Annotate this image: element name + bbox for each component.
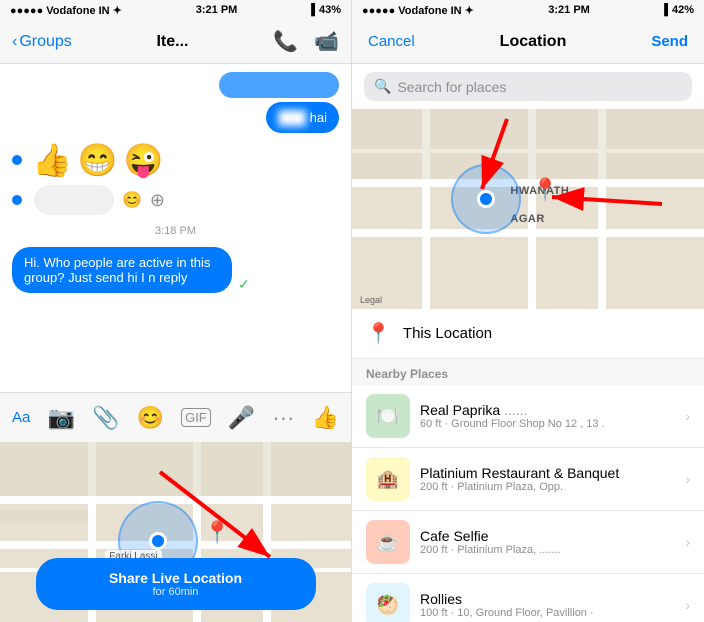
input-bubble [34,185,114,215]
place-name-1: Real Paprika ...... [420,402,675,418]
this-location-item[interactable]: 📍 This Location [352,309,704,359]
this-location-label: This Location [403,325,492,342]
place-info-4: Rollies 100 ft · 10, Ground Floor, Pavil… [420,591,675,619]
place-info-3: Cafe Selfie 200 ft · Platinium Plaza, ..… [420,528,675,556]
message-bubble-hai: ███ hai [266,102,339,133]
chevron-icon-2: › [685,471,690,487]
carrier-left: ●●●●● Vodafone IN ✦ [10,4,122,17]
place-thumb-1: 🍽️ [366,394,410,438]
send-button[interactable]: Send [651,33,688,50]
right-panel: ●●●●● Vodafone IN ✦ 3:21 PM ▌42% Cancel … [352,0,704,622]
battery-left: ▌43% [311,4,341,16]
more-icon[interactable]: ··· [272,405,294,431]
emoji-row: 👍 😁 😜 [12,141,339,179]
camera-icon[interactable]: 📷 [47,405,74,431]
smile-emoji: 😊 [122,190,142,210]
place-name-2: Platinium Restaurant & Banquet [420,465,675,481]
attachment-icon[interactable]: 📎 [92,405,119,431]
back-label: Groups [19,33,71,51]
place-item-platinium[interactable]: 🏨 Platinium Restaurant & Banquet 200 ft … [352,448,704,511]
place-item-real-paprika[interactable]: 🍽️ Real Paprika ...... 60 ft · Ground Fl… [352,385,704,448]
tongue-emoji: 😜 [124,141,164,179]
video-icon[interactable]: 📹 [314,29,339,54]
chevron-left-icon: ‹ [12,33,17,51]
this-location-pin-icon: 📍 [366,321,391,346]
place-name-3: Cafe Selfie [420,528,675,544]
cancel-button[interactable]: Cancel [368,33,415,50]
chat-title: Ite... [156,33,188,51]
input-bubble-row: 😊 ⊕ [12,185,165,215]
place-thumb-2: 🏨 [366,457,410,501]
left-panel: ●●●●● Vodafone IN ✦ 3:21 PM ▌43% ‹ Group… [0,0,352,622]
message-bubble-active: Hi. Who people are active in this group?… [12,247,232,293]
place-detail-4: 100 ft · 10, Ground Floor, Pavillion · [420,607,675,619]
place-name-4: Rollies [420,591,675,607]
nav-bar-left: ‹ Groups Ite... 📞 📹 [0,20,351,64]
page-title: Location [500,33,567,51]
search-input[interactable]: Search for places [397,79,506,95]
places-list: 🍽️ Real Paprika ...... 60 ft · Ground Fl… [352,385,704,622]
gif-button[interactable]: GIF [181,408,211,427]
messages-area: ███ hai 👍 😁 😜 😊 ⊕ 3:18 PM Hi. Who people… [0,64,351,392]
place-info-1: Real Paprika ...... 60 ft · Ground Floor… [420,402,675,430]
place-item-cafe-selfie[interactable]: ☕ Cafe Selfie 200 ft · Platinium Plaza, … [352,511,704,574]
time-left: 3:21 PM [196,4,238,16]
back-button[interactable]: ‹ Groups [12,33,72,51]
toolbar: Aa 📷 📎 😊 GIF 🎤 ··· 👍 [0,392,351,442]
chevron-icon-3: › [685,534,690,550]
red-arrow-left [150,462,290,572]
message-bubble-blurred [219,72,339,98]
thumbsup-send-icon[interactable]: 👍 [312,405,339,431]
mic-icon[interactable]: 🎤 [228,405,255,431]
status-bar-right: ●●●●● Vodafone IN ✦ 3:21 PM ▌42% [352,0,704,20]
search-bar[interactable]: 🔍 Search for places [364,72,692,101]
place-info-2: Platinium Restaurant & Banquet 200 ft · … [420,465,675,493]
place-detail-2: 200 ft · Platinium Plaza, Opp. [420,481,675,493]
phone-icon[interactable]: 📞 [273,29,298,54]
chevron-icon-4: › [685,597,690,613]
aa-label[interactable]: Aa [12,409,30,426]
red-arrows-right [352,109,704,309]
thumbs-up-emoji: 👍 [32,141,72,179]
battery-right: ▌42% [664,4,694,16]
share-button-label: Share Live Location [36,570,316,586]
search-icon: 🔍 [374,78,391,95]
emoji-icon[interactable]: 😊 [137,405,164,431]
delivered-checkmark: ✓ [238,276,250,293]
place-thumb-4: 🥙 [366,583,410,622]
plus-icon: ⊕ [150,190,165,211]
grin-emoji: 😁 [78,141,118,179]
place-detail-1: 60 ft · Ground Floor Shop No 12 , 13 . [420,418,675,430]
time-right: 3:21 PM [548,4,590,16]
chevron-icon-1: › [685,408,690,424]
share-button-sublabel: for 60min [36,586,316,598]
timestamp-318: 3:18 PM [12,225,339,237]
map-right: HWANATH AGAR 📍 Legal [352,109,704,309]
place-detail-3: 200 ft · Platinium Plaza, ....... [420,544,675,556]
map-bottom: 📍 Farki Lassi Share Live Location for 60… [0,442,351,622]
nav-bar-right: Cancel Location Send [352,20,704,64]
carrier-right: ●●●●● Vodafone IN ✦ [362,4,474,17]
status-bar-left: ●●●●● Vodafone IN ✦ 3:21 PM ▌43% [0,0,351,20]
nav-icons-right: 📞 📹 [273,29,339,54]
place-item-rollies[interactable]: 🥙 Rollies 100 ft · 10, Ground Floor, Pav… [352,574,704,622]
nearby-places-header: Nearby Places [352,359,704,385]
place-thumb-3: ☕ [366,520,410,564]
